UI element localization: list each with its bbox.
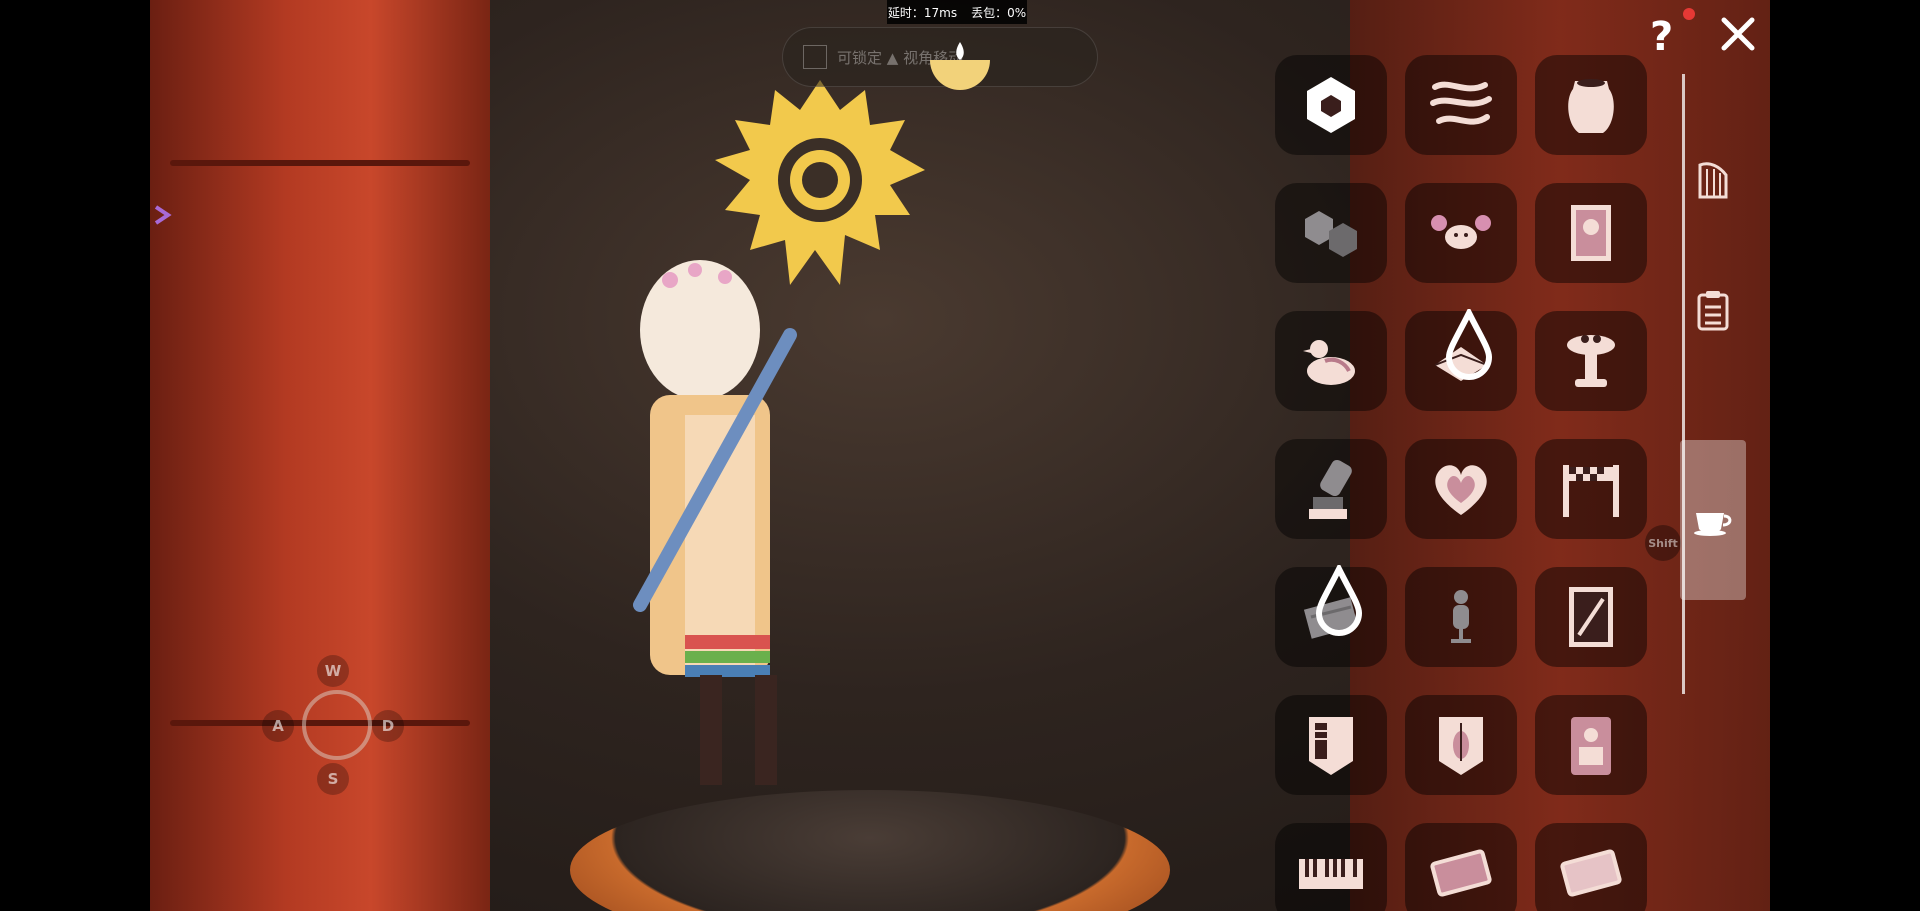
candle-drop-icon [1315,565,1363,636]
rug-icon [1430,849,1492,897]
poster-icon [1571,717,1611,775]
hexagon-pair-icon [1305,211,1357,257]
prop-slot[interactable] [1275,695,1387,795]
prop-slot[interactable] [1405,309,1517,411]
tablet-icon [1560,849,1622,897]
letterbox-right [1770,0,1920,911]
prop-slot[interactable] [1405,567,1517,667]
piano-banner-icon [1309,717,1353,775]
latency-text: 延时：17ms [887,5,958,20]
teacup-icon [1694,513,1732,536]
telescope-icon [1309,459,1352,519]
clipboard-icon [1697,291,1729,331]
prop-slot[interactable] [1405,823,1517,911]
packet-loss-text: 丢包：0% [971,5,1027,20]
tab-instruments[interactable] [1680,135,1746,225]
tab-notes[interactable] [1680,265,1746,355]
wind-waves-icon [1430,81,1492,125]
prop-slot[interactable] [1405,183,1517,283]
candle-drop-icon [1445,309,1493,380]
prop-inventory-panel [1250,45,1680,911]
prop-slot[interactable] [1535,311,1647,411]
prop-slot[interactable] [1275,439,1387,539]
expand-left-icon[interactable] [152,195,174,235]
fountain-icon [1567,335,1615,387]
key-a[interactable]: A [262,710,294,742]
pillar-seam [170,160,470,166]
portrait-icon [1571,205,1611,261]
letterbox-left [0,0,150,911]
prop-slot[interactable] [1405,439,1517,539]
tab-props[interactable] [1680,440,1746,600]
prop-slot[interactable] [1535,823,1647,911]
harp-icon [1698,162,1728,199]
lock-key-icon [803,45,827,69]
shift-key[interactable]: Shift [1645,525,1681,561]
movement-joystick[interactable]: W A D S [260,655,410,795]
prop-slot[interactable] [1535,55,1647,155]
prop-slot[interactable] [1535,567,1647,667]
key-d[interactable]: D [372,710,404,742]
player-character [633,260,797,785]
bird-icon [1303,340,1355,385]
checkered-gate-icon [1563,465,1619,517]
crab-icon [1431,215,1491,249]
prop-slot[interactable] [1275,823,1387,911]
pot-icon [1568,79,1614,133]
network-status-bar: 延时：17ms 丢包：0% [887,0,1027,24]
close-icon[interactable] [1718,14,1758,54]
violin-banner-icon [1439,717,1483,775]
prop-slot[interactable] [1275,565,1387,667]
joystick-ring[interactable] [302,690,372,760]
piano-icon [1299,859,1363,889]
prop-slot[interactable] [1535,695,1647,795]
category-sidebar [1680,70,1748,690]
prop-slot[interactable] [1275,55,1387,155]
prop-slot[interactable] [1405,695,1517,795]
prop-slot[interactable] [1535,183,1647,283]
hexagon-stone-icon [1307,77,1355,133]
game-viewport: 延时：17ms 丢包：0% 可锁定 ▲ 视角移动 ? W A D S Shift [0,0,1920,911]
prop-slot[interactable] [1275,311,1387,411]
stamina-fan-icon [930,42,990,90]
prop-slot[interactable] [1535,439,1647,539]
key-w[interactable]: W [317,655,349,687]
notification-dot [1683,8,1695,20]
prop-slot[interactable] [1405,55,1517,155]
heart-icon [1435,465,1487,515]
key-s[interactable]: S [317,763,349,795]
mannequin-icon [1451,590,1471,643]
card-icon [1569,587,1613,647]
prop-slot[interactable] [1275,183,1387,283]
